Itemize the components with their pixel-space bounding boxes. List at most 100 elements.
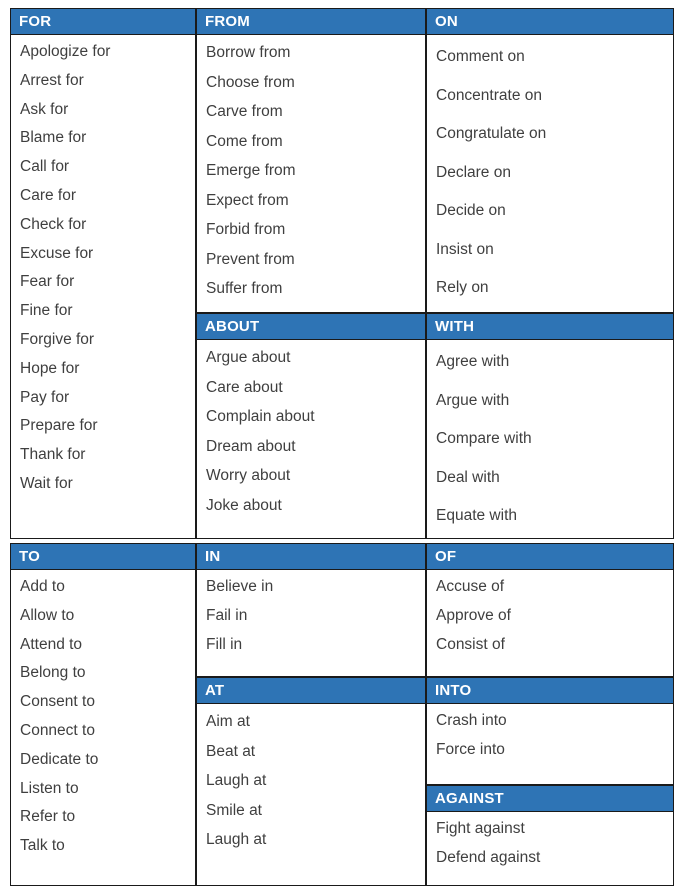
list-item: Consent to	[20, 693, 95, 711]
group-to: TO Add to Allow to Attend to Belong to C…	[10, 543, 196, 886]
list-item: Comment on	[436, 48, 525, 65]
list-item: Listen to	[20, 779, 79, 797]
list-item: Forgive for	[20, 330, 95, 348]
list-item: Belong to	[20, 664, 86, 682]
list-item: Laugh at	[206, 831, 267, 848]
list-item: Congratulate on	[436, 125, 547, 142]
group-header-into: INTO	[427, 678, 673, 704]
list-item: Declare on	[436, 163, 511, 181]
group-body-at: Aim at Beat at Laugh at Smile at Laugh a…	[197, 704, 425, 859]
list-item: Borrow from	[206, 44, 291, 61]
list-item: Fill in	[206, 635, 243, 653]
list-item: Emerge from	[206, 162, 296, 179]
group-for: FOR Apologize for Arrest for Ask for Bla…	[10, 8, 196, 539]
group-at: AT Aim at Beat at Laugh at Smile at Laug…	[196, 677, 426, 886]
list-item: Believe in	[206, 578, 274, 595]
group-body-to: Add to Allow to Attend to Belong to Cons…	[11, 570, 195, 865]
list-item: Smile at	[206, 801, 262, 819]
list-item: Ask for	[20, 100, 69, 118]
list-item: Care for	[20, 186, 76, 204]
list-item: Consist of	[436, 635, 505, 653]
list-item: Call for	[20, 158, 70, 176]
list-item: Rely on	[436, 279, 489, 296]
list-item: Fight against	[436, 820, 525, 837]
list-item: Joke about	[206, 496, 282, 514]
list-item: Arrest for	[20, 71, 84, 89]
list-item: Compare with	[436, 430, 532, 447]
list-item: Connect to	[20, 721, 95, 739]
list-item: Apologize for	[20, 43, 111, 60]
list-item: Equate with	[436, 507, 517, 524]
list-item: Decide on	[436, 202, 506, 219]
list-item: Argue about	[206, 349, 291, 366]
group-body-against: Fight against Defend against	[427, 812, 673, 877]
list-item: Blame for	[20, 129, 87, 147]
list-item: Aim at	[206, 713, 250, 730]
list-item: Accuse of	[436, 578, 505, 595]
group-header-on: ON	[427, 9, 673, 35]
group-header-to: TO	[11, 544, 195, 570]
group-on: ON Comment on Concentrate on Congratulat…	[426, 8, 674, 313]
group-header-from: FROM	[197, 9, 425, 35]
group-from: FROM Borrow from Choose from Carve from …	[196, 8, 426, 313]
list-item: Refer to	[20, 808, 76, 826]
list-item: Choose from	[206, 73, 295, 91]
list-item: Dedicate to	[20, 750, 99, 768]
list-item: Force into	[436, 740, 505, 758]
group-header-for: FOR	[11, 9, 195, 35]
list-item: Concentrate on	[436, 86, 542, 104]
list-item: Dream about	[206, 437, 296, 455]
list-item: Carve from	[206, 103, 283, 120]
list-item: Laugh at	[206, 772, 267, 789]
list-item: Suffer from	[206, 280, 283, 297]
group-body-about: Argue about Care about Complain about Dr…	[197, 340, 425, 524]
group-against: AGAINST Fight against Defend against	[426, 785, 674, 886]
list-item: Care about	[206, 378, 283, 396]
list-item: Check for	[20, 215, 87, 233]
list-item: Expect from	[206, 191, 289, 209]
list-item: Excuse for	[20, 244, 94, 262]
list-item: Wait for	[20, 474, 73, 492]
list-item: Argue with	[436, 391, 510, 409]
list-item: Thank for	[20, 446, 86, 464]
list-item: Deal with	[436, 468, 500, 486]
list-item: Talk to	[20, 837, 65, 855]
list-item: Come from	[206, 132, 283, 150]
list-item: Approve of	[436, 606, 511, 624]
group-body-of: Accuse of Approve of Consist of	[427, 570, 673, 663]
group-header-at: AT	[197, 678, 425, 704]
list-item: Agree with	[436, 353, 510, 370]
list-item: Insist on	[436, 240, 494, 258]
list-item: Fine for	[20, 302, 73, 320]
group-body-in: Believe in Fail in Fill in	[197, 570, 425, 663]
group-body-into: Crash into Force into	[427, 704, 673, 769]
list-item: Prevent from	[206, 250, 295, 268]
group-header-about: ABOUT	[197, 314, 425, 340]
group-header-against: AGAINST	[427, 786, 673, 812]
list-item: Crash into	[436, 712, 507, 729]
group-header-in: IN	[197, 544, 425, 570]
list-item: Defend against	[436, 848, 541, 866]
list-item: Pay for	[20, 388, 70, 406]
prepositions-table: FOR Apologize for Arrest for Ask for Bla…	[0, 0, 684, 894]
list-item: Fail in	[206, 606, 248, 624]
group-into: INTO Crash into Force into	[426, 677, 674, 785]
group-with: WITH Agree with Argue with Compare with …	[426, 313, 674, 539]
group-body-from: Borrow from Choose from Carve from Come …	[197, 35, 425, 308]
group-header-with: WITH	[427, 314, 673, 340]
list-item: Worry about	[206, 467, 291, 484]
list-item: Hope for	[20, 359, 80, 377]
group-body-on: Comment on Concentrate on Congratulate o…	[427, 35, 673, 312]
group-body-with: Agree with Argue with Compare with Deal …	[427, 340, 673, 538]
group-body-for: Apologize for Arrest for Ask for Blame f…	[11, 35, 195, 503]
list-item: Fear for	[20, 273, 75, 291]
group-header-of: OF	[427, 544, 673, 570]
list-item: Forbid from	[206, 221, 286, 238]
list-item: Attend to	[20, 635, 83, 653]
group-in: IN Believe in Fail in Fill in	[196, 543, 426, 677]
list-item: Prepare for	[20, 417, 98, 435]
list-item: Add to	[20, 578, 65, 595]
list-item: Beat at	[206, 742, 256, 760]
group-of: OF Accuse of Approve of Consist of	[426, 543, 674, 677]
list-item: Complain about	[206, 408, 315, 425]
